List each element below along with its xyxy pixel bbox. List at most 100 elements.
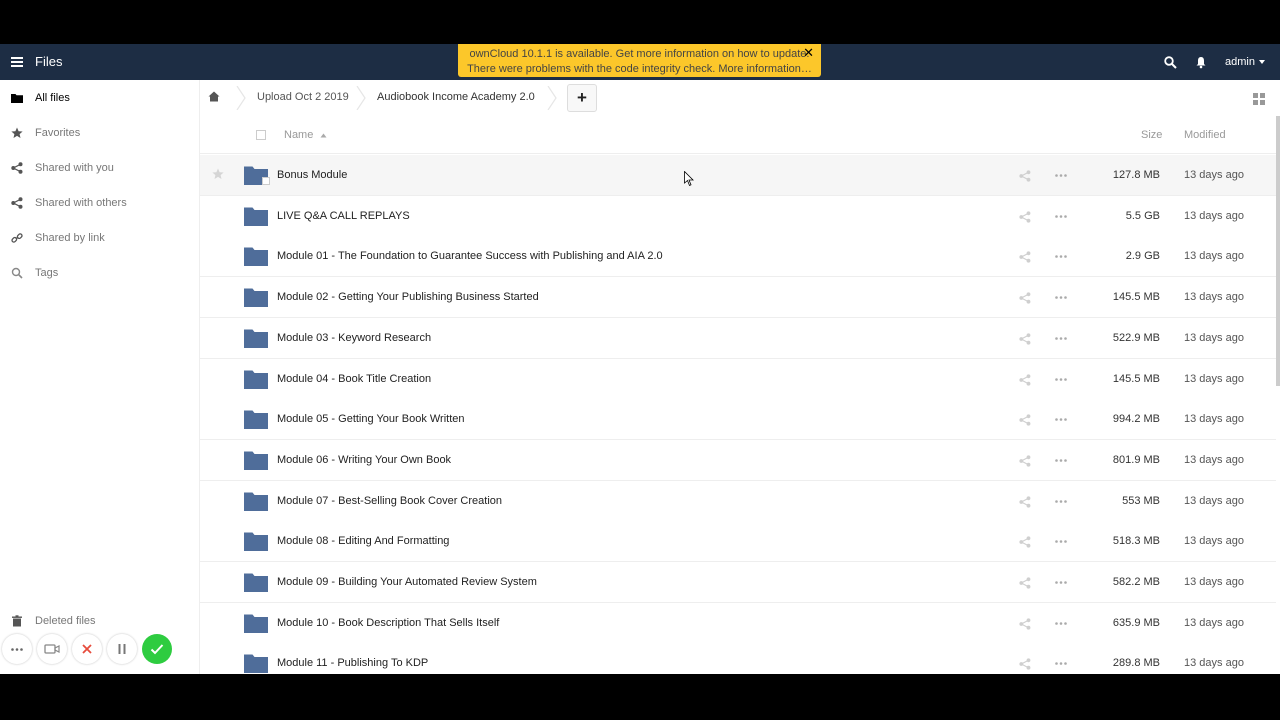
table-row[interactable]: Module 01 - The Foundation to Guarantee … [200,236,1276,278]
more-actions-icon[interactable] [1055,336,1067,340]
table-row[interactable]: Module 08 - Editing And Formatting 518.3… [200,521,1276,563]
home-icon[interactable] [208,91,220,102]
pause-recording-button[interactable] [107,634,137,664]
share-icon[interactable] [1019,333,1031,345]
more-actions-icon[interactable] [1055,581,1067,584]
file-name[interactable]: Module 04 - Book Title Creation [277,373,431,385]
notification-line-1[interactable]: ownCloud 10.1.1 is available. Get more i… [458,47,821,62]
sidebar-item-tags[interactable]: Tags [0,258,199,288]
file-size: 145.5 MB [1112,291,1160,304]
webcam-button[interactable] [37,634,67,664]
sidebar-item-all-files[interactable]: All files [0,83,199,113]
file-name[interactable]: Module 03 - Keyword Research [277,332,431,344]
file-modified: 13 days ago [1184,291,1244,304]
notification-line-2[interactable]: There were problems with the code integr… [458,62,821,77]
owncloud-window: Files admin ownCloud 10.1.1 is available… [0,44,1280,674]
table-row[interactable]: Bonus Module 127.8 MB 13 days ago [200,155,1276,196]
file-name[interactable]: Module 07 - Best-Selling Book Cover Crea… [277,495,502,507]
cancel-recording-button[interactable] [72,634,102,664]
column-modified[interactable]: Modified [1184,129,1226,141]
favorite-star-icon[interactable] [212,168,224,180]
pause-icon [118,644,126,654]
file-name[interactable]: Module 09 - Building Your Automated Revi… [277,576,537,588]
sidebar-item-deleted-files[interactable]: Deleted files [0,606,199,636]
share-icon[interactable] [1019,373,1031,386]
table-row[interactable]: Module 03 - Keyword Research 522.9 MB 13… [200,317,1276,359]
sidebar-item-shared-with-you[interactable]: Shared with you [0,153,199,183]
share-icon[interactable] [1019,251,1031,263]
finish-recording-button[interactable] [142,634,172,664]
file-name[interactable]: Bonus Module [277,169,347,181]
search-icon[interactable] [1164,56,1177,69]
more-actions-icon[interactable] [1055,418,1067,421]
table-row[interactable]: LIVE Q&A CALL REPLAYS 5.5 GB 13 days ago [200,195,1276,237]
file-name[interactable]: Module 06 - Writing Your Own Book [277,454,451,466]
row-select-checkbox[interactable] [262,177,270,185]
file-name[interactable]: Module 08 - Editing And Formatting [277,535,449,547]
bell-icon[interactable] [1195,56,1207,69]
share-icon[interactable] [1019,618,1031,630]
user-menu[interactable]: admin [1225,56,1265,68]
update-notification[interactable]: ownCloud 10.1.1 is available. Get more i… [458,44,821,77]
share-icon[interactable] [1019,211,1031,223]
share-icon[interactable] [1019,292,1031,304]
more-actions-icon[interactable] [1055,377,1067,381]
more-options-button[interactable] [2,634,32,664]
close-icon[interactable]: ✕ [803,45,814,60]
share-icon[interactable] [1019,577,1031,589]
breadcrumb-item-upload[interactable]: Upload Oct 2 2019 [257,91,349,103]
share-icon [11,197,23,209]
top-header: Files admin ownCloud 10.1.1 is available… [0,44,1280,80]
column-size[interactable]: Size [1141,129,1162,141]
more-actions-icon[interactable] [1055,255,1067,259]
file-name[interactable]: LIVE Q&A CALL REPLAYS [277,210,410,222]
file-name[interactable]: Module 02 - Getting Your Publishing Busi… [277,291,539,303]
chevron-right-icon [236,86,246,110]
new-item-button[interactable]: + [567,84,597,112]
more-actions-icon[interactable] [1055,540,1067,544]
more-actions-icon[interactable] [1055,214,1067,218]
sidebar-item-shared-by-link[interactable]: Shared by link [0,223,199,253]
share-icon[interactable] [1019,495,1031,508]
sort-ascending-icon [320,133,327,138]
share-icon[interactable] [1019,455,1031,467]
more-actions-icon[interactable] [1055,499,1067,503]
folder-icon [244,573,268,592]
file-name[interactable]: Module 01 - The Foundation to Guarantee … [277,250,663,262]
folder-icon [244,532,268,552]
column-name[interactable]: Name [284,129,327,141]
table-row[interactable]: Module 04 - Book Title Creation 145.5 MB… [200,358,1276,400]
sidebar-item-favorites[interactable]: Favorites [0,118,199,148]
more-actions-icon[interactable] [1055,296,1067,299]
table-row[interactable]: Module 09 - Building Your Automated Revi… [200,562,1276,603]
check-icon [150,644,164,655]
share-icon[interactable] [1019,658,1031,670]
more-actions-icon[interactable] [1055,174,1067,177]
file-size: 518.3 MB [1112,535,1160,548]
breadcrumb-item-current[interactable]: Audiobook Income Academy 2.0 [377,91,535,103]
file-name[interactable]: Module 10 - Book Description That Sells … [277,617,499,629]
table-row[interactable]: Module 07 - Best-Selling Book Cover Crea… [200,480,1276,522]
hamburger-menu-icon[interactable] [11,57,23,67]
table-row[interactable]: Module 02 - Getting Your Publishing Busi… [200,277,1276,319]
table-row[interactable]: Module 05 - Getting Your Book Written 99… [200,399,1276,441]
table-row[interactable]: Module 10 - Book Description That Sells … [200,602,1276,644]
table-row[interactable]: Module 11 - Publishing To KDP 289.8 MB 1… [200,643,1276,674]
file-name[interactable]: Module 11 - Publishing To KDP [277,657,428,669]
more-actions-icon[interactable] [1055,621,1067,625]
more-actions-icon[interactable] [1055,459,1067,462]
link-icon [11,232,23,244]
share-icon[interactable] [1019,536,1031,548]
scrollbar[interactable] [1276,116,1280,386]
table-row[interactable]: Module 06 - Writing Your Own Book 801.9 … [200,439,1276,481]
share-icon[interactable] [1019,414,1031,426]
file-name[interactable]: Module 05 - Getting Your Book Written [277,413,465,425]
file-size: 801.9 MB [1112,453,1160,466]
sidebar-item-label: Shared by link [35,232,105,244]
select-all-checkbox[interactable] [256,130,266,140]
app-title[interactable]: Files [35,54,62,69]
grid-view-icon[interactable] [1253,93,1265,105]
more-actions-icon[interactable] [1055,662,1067,666]
sidebar-item-shared-with-others[interactable]: Shared with others [0,188,199,218]
share-icon[interactable] [1019,170,1031,182]
